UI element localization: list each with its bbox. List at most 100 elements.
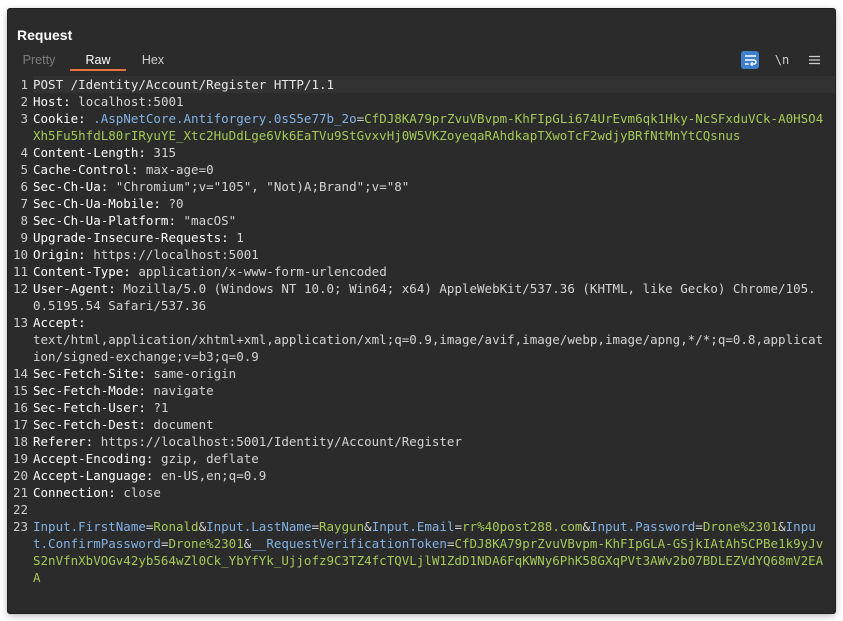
editor-line[interactable]: 3 Cookie: .AspNetCore.Antiforgery.0sS5e77…: [8, 110, 835, 144]
editor-line[interactable]: 19 Accept-Encoding: gzip, deflate: [8, 450, 835, 467]
editor-line[interactable]: 4 Content-Length: 315: [8, 144, 835, 161]
line-number: 3: [20, 111, 28, 126]
header-name: Sec-Ch-Ua-Platform:: [33, 213, 176, 228]
word-wrap-icon: [744, 55, 757, 66]
param-name: Input.FirstName: [33, 519, 146, 534]
editor-toolbar: \n: [741, 51, 823, 69]
line-number: 15: [12, 383, 28, 398]
editor-line[interactable]: 23 Input.FirstName=Ronald&Input.LastName=…: [8, 518, 835, 586]
editor-line[interactable]: 16 Sec-Fetch-User: ?1: [8, 399, 835, 416]
editor-line[interactable]: 13 Accept: text/html,application/xhtml+xm…: [8, 314, 835, 365]
editor-line[interactable]: 22: [8, 501, 835, 518]
line-content: User-Agent: Mozilla/5.0 (Windows NT 10.0…: [33, 280, 835, 314]
tab-raw[interactable]: Raw: [70, 49, 126, 71]
header-name: Cache-Control:: [33, 162, 139, 177]
text-token: localhost:5001: [70, 94, 184, 109]
show-newlines-button[interactable]: \n: [771, 51, 793, 69]
editor-line[interactable]: 10 Origin: https://localhost:5001: [8, 246, 835, 263]
header-name: Sec-Fetch-Mode:: [33, 383, 146, 398]
header-name: Origin:: [33, 247, 86, 262]
header-name: Connection:: [33, 485, 116, 500]
line-content: Connection: close: [33, 484, 835, 501]
editor-line[interactable]: 7 Sec-Ch-Ua-Mobile: ?0: [8, 195, 835, 212]
editor-line[interactable]: 9 Upgrade-Insecure-Requests: 1: [8, 229, 835, 246]
text-token: &: [582, 519, 590, 534]
text-token: document: [145, 417, 214, 432]
text-token: "macOS": [176, 213, 237, 228]
editor-line[interactable]: 6 Sec-Ch-Ua: "Chromium";v="105", "Not)A;B…: [8, 178, 835, 195]
line-number: 19: [12, 451, 28, 466]
text-token: en-US,en;q=0.9: [153, 468, 267, 483]
param-value: Drone%2301: [702, 519, 779, 534]
editor-line[interactable]: 20 Accept-Language: en-US,en;q=0.9: [8, 467, 835, 484]
text-token: close: [115, 485, 161, 500]
line-content: Cache-Control: max-age=0: [33, 161, 835, 178]
header-name: Sec-Fetch-Dest:: [33, 417, 146, 432]
text-token: 1: [228, 230, 244, 245]
editor-line[interactable]: 12 User-Agent: Mozilla/5.0 (Windows NT 10…: [8, 280, 835, 314]
word-wrap-button[interactable]: [741, 51, 759, 69]
text-token: =: [695, 519, 703, 534]
line-content: Sec-Fetch-Site: same-origin: [33, 365, 835, 382]
editor-line[interactable]: 1 POST /Identity/Account/Register HTTP/1.…: [8, 76, 835, 93]
line-content: Content-Length: 315: [33, 144, 835, 161]
header-name: Content-Type:: [33, 264, 131, 279]
param-name: __RequestVerificationToken: [251, 536, 447, 551]
line-content: Input.FirstName=Ronald&Input.LastName=Ra…: [33, 518, 835, 586]
line-content: [33, 501, 835, 518]
line-content: POST /Identity/Account/Register HTTP/1.1: [33, 76, 835, 93]
editor-line[interactable]: 2 Host: localhost:5001: [8, 93, 835, 110]
text-token: =: [454, 519, 463, 534]
editor-line[interactable]: 15 Sec-Fetch-Mode: navigate: [8, 382, 835, 399]
tab-pretty[interactable]: Pretty: [8, 49, 70, 71]
line-number: 20: [12, 468, 28, 483]
text-token: gzip, deflate: [153, 451, 259, 466]
editor-line[interactable]: 11 Content-Type: application/x-www-form-u…: [8, 263, 835, 280]
menu-button[interactable]: [805, 51, 823, 69]
param-value: Drone%2301: [168, 536, 244, 551]
line-content: Upgrade-Insecure-Requests: 1: [33, 229, 835, 246]
editor-line[interactable]: 21 Connection: close: [8, 484, 835, 501]
line-number: 13: [12, 315, 28, 330]
text-token: "Chromium";v="105", "Not)A;Brand";v="8": [108, 179, 410, 194]
raw-request-editor[interactable]: 1 POST /Identity/Account/Register HTTP/1.…: [8, 76, 835, 613]
editor-line[interactable]: 8 Sec-Ch-Ua-Platform: "macOS": [8, 212, 835, 229]
header-name: Content-Length:: [33, 145, 146, 160]
editor-line[interactable]: 5 Cache-Control: max-age=0: [8, 161, 835, 178]
line-number: 7: [20, 196, 28, 211]
line-number: 16: [12, 400, 28, 415]
line-content: Accept-Encoding: gzip, deflate: [33, 450, 835, 467]
text-token: same-origin: [145, 366, 237, 381]
header-name: Accept-Encoding:: [33, 451, 154, 466]
line-number: 10: [12, 247, 28, 262]
line-content: Sec-Ch-Ua: "Chromium";v="105", "Not)A;Br…: [33, 178, 835, 195]
line-number: 2: [20, 94, 28, 109]
editor-line[interactable]: 14 Sec-Fetch-Site: same-origin: [8, 365, 835, 382]
header-name: Accept-Language:: [33, 468, 154, 483]
line-number: 21: [12, 485, 28, 500]
editor-line[interactable]: 18 Referer: https://localhost:5001/Identi…: [8, 433, 835, 450]
param-name: Input.Password: [589, 519, 696, 534]
line-number: 14: [12, 366, 28, 381]
text-token: text/html,application/xhtml+xml,applicat…: [33, 332, 824, 364]
line-content: Sec-Fetch-User: ?1: [33, 399, 835, 416]
param-value: Raygun: [319, 519, 365, 534]
text-token: max-age=0: [138, 162, 214, 177]
line-content: Origin: https://localhost:5001: [33, 246, 835, 263]
line-content: Accept: text/html,application/xhtml+xml,…: [33, 314, 835, 365]
text-token: 315: [145, 145, 176, 160]
param-name: Input.Email: [371, 519, 455, 534]
line-content: Sec-Fetch-Mode: navigate: [33, 382, 835, 399]
tab-hex[interactable]: Hex: [126, 49, 180, 71]
line-content: Cookie: .AspNetCore.Antiforgery.0sS5e77b…: [33, 110, 835, 144]
header-name: Sec-Fetch-User:: [33, 400, 146, 415]
line-content: Host: localhost:5001: [33, 93, 835, 110]
line-number: 23: [12, 519, 28, 534]
editor-line[interactable]: 17 Sec-Fetch-Dest: document: [8, 416, 835, 433]
header-name: Upgrade-Insecure-Requests:: [33, 230, 229, 245]
text-token: =: [311, 519, 319, 534]
line-number: 17: [12, 417, 28, 432]
line-number: 9: [20, 230, 28, 245]
text-token: ?0: [160, 196, 184, 211]
text-token: &: [364, 519, 372, 534]
